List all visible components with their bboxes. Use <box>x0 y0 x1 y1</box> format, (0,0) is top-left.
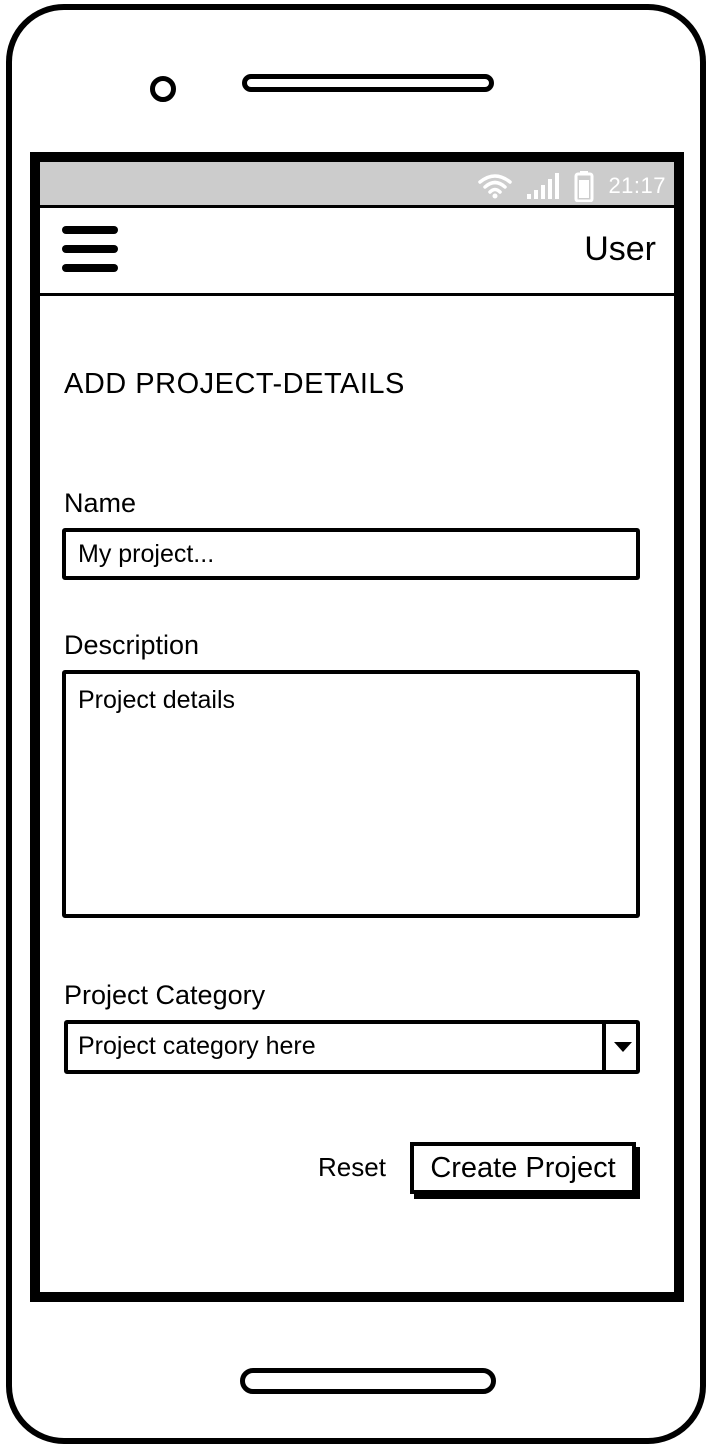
phone-screen: 21:17 User ADD PROJECT-DETAILS Name Desc… <box>30 152 684 1302</box>
description-label: Description <box>64 630 200 660</box>
user-label[interactable]: User <box>584 230 656 269</box>
name-label: Name <box>64 488 137 518</box>
home-button[interactable] <box>240 1368 496 1394</box>
app-bar: User <box>40 208 674 296</box>
wifi-icon <box>478 173 513 199</box>
status-time: 21:17 <box>608 173 666 198</box>
chevron-down-icon <box>614 1042 632 1052</box>
create-project-button[interactable]: Create Project <box>410 1142 636 1194</box>
camera-icon <box>150 76 176 102</box>
reset-button[interactable]: Reset <box>318 1152 386 1183</box>
hamburger-icon[interactable] <box>62 226 120 274</box>
battery-icon <box>574 170 594 202</box>
top-speaker <box>242 74 494 92</box>
name-field[interactable] <box>62 528 640 580</box>
category-select[interactable]: Project category here <box>64 1020 640 1074</box>
description-field[interactable]: Project details <box>62 670 640 918</box>
category-selected-value: Project category here <box>78 1032 316 1060</box>
category-label: Project Category <box>64 980 266 1010</box>
dropdown-toggle[interactable] <box>602 1024 636 1070</box>
status-bar: 21:17 <box>40 162 674 208</box>
signal-icon <box>526 172 560 200</box>
page-title: ADD PROJECT-DETAILS <box>64 368 405 400</box>
